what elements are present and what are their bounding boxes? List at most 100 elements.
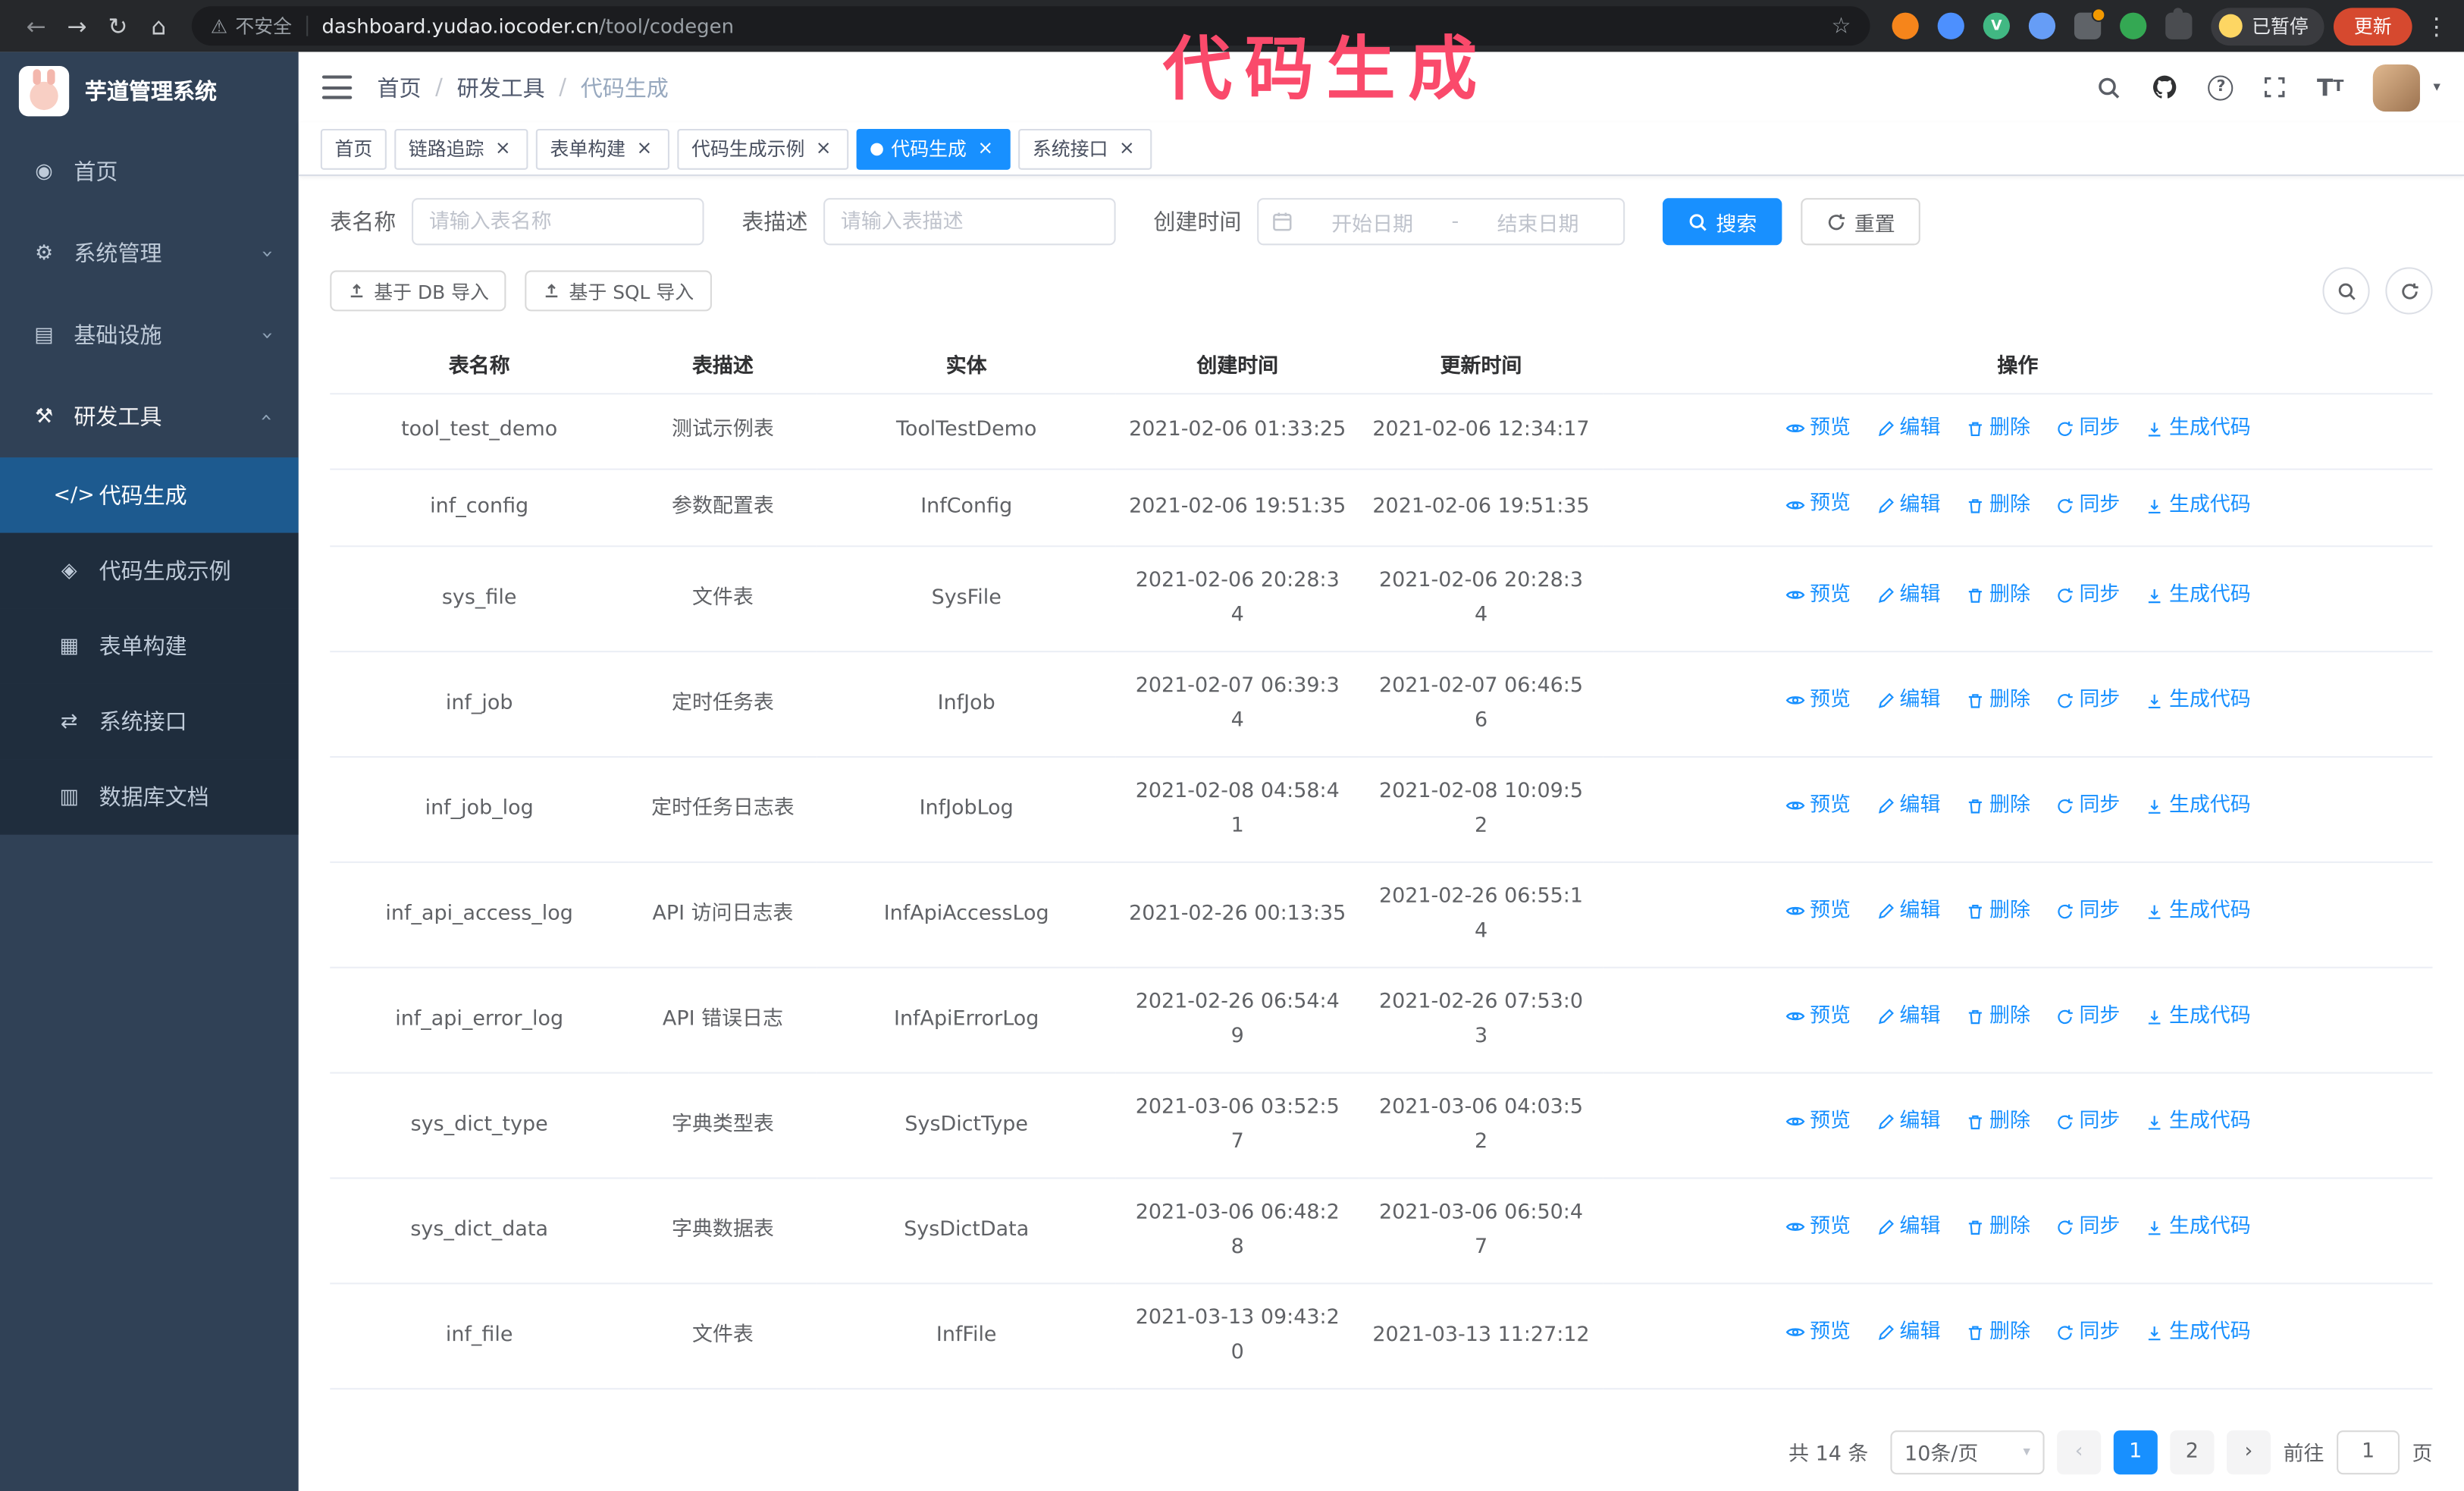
close-icon[interactable]: × <box>633 137 655 159</box>
user-avatar[interactable] <box>2373 63 2421 111</box>
sync-link[interactable]: 同步 <box>2055 1106 2120 1141</box>
delete-link[interactable]: 删除 <box>1966 1210 2030 1245</box>
sidebar-item[interactable]: ◈ 代码生成示例 › <box>0 532 299 609</box>
refresh-button[interactable] <box>2385 267 2433 315</box>
back-button[interactable]: ← <box>16 5 57 46</box>
preview-link[interactable]: 预览 <box>1785 488 1851 523</box>
delete-link[interactable]: 删除 <box>1966 895 2030 930</box>
tag-item[interactable]: 首页 × <box>320 127 387 169</box>
sidebar-item[interactable]: ⇄ 系统接口 › <box>0 683 299 760</box>
github-icon[interactable] <box>2152 74 2178 100</box>
tag-item[interactable]: 代码生成 × <box>856 127 1011 169</box>
breadcrumb-item[interactable]: 代码生成 <box>581 71 669 102</box>
import-db-button[interactable]: 基于 DB 导入 <box>330 270 506 312</box>
sync-link[interactable]: 同步 <box>2055 895 2120 930</box>
edit-link[interactable]: 编辑 <box>1876 412 1940 447</box>
extension-icon-vue[interactable]: V <box>1983 12 2010 39</box>
sync-link[interactable]: 同步 <box>2055 488 2120 523</box>
page-size-select[interactable]: 10条/页 ▾ <box>1890 1430 2045 1474</box>
home-button[interactable]: ⌂ <box>138 5 179 46</box>
edit-link[interactable]: 编辑 <box>1876 1106 1940 1141</box>
search-button[interactable]: 搜索 <box>1662 198 1782 246</box>
page-number-button[interactable]: 1 <box>2113 1430 2158 1474</box>
sidebar-item[interactable]: ▦ 表单构建 › <box>0 608 299 684</box>
sidebar-item[interactable]: ▤ 基础设施 › <box>0 294 299 376</box>
sync-link[interactable]: 同步 <box>2055 579 2120 614</box>
extensions-puzzle-icon[interactable] <box>2165 8 2193 39</box>
edit-link[interactable]: 编辑 <box>1876 579 1940 614</box>
generate-code-link[interactable]: 生成代码 <box>2146 412 2251 447</box>
fullscreen-icon[interactable] <box>2264 75 2287 99</box>
sidebar-toggle-icon[interactable] <box>321 75 353 99</box>
prev-page-button[interactable]: ‹ <box>2057 1430 2102 1474</box>
sidebar-item[interactable]: </> 代码生成 › <box>0 457 299 533</box>
extension-icon-green[interactable] <box>2120 12 2147 39</box>
sync-link[interactable]: 同步 <box>2055 684 2120 719</box>
bookmark-star-icon[interactable]: ☆ <box>1832 14 1851 39</box>
page-number-button[interactable]: 2 <box>2170 1430 2215 1474</box>
preview-link[interactable]: 预览 <box>1785 578 1851 613</box>
sync-link[interactable]: 同步 <box>2055 1316 2120 1351</box>
delete-link[interactable]: 删除 <box>1966 1106 2030 1141</box>
edit-link[interactable]: 编辑 <box>1876 1000 1940 1035</box>
edit-link[interactable]: 编辑 <box>1876 1210 1940 1245</box>
preview-link[interactable]: 预览 <box>1785 1315 1851 1350</box>
forward-button[interactable]: → <box>57 5 98 46</box>
tag-item[interactable]: 系统接口 × <box>1018 127 1152 169</box>
font-size-icon[interactable]: TT <box>2317 73 2343 101</box>
delete-link[interactable]: 删除 <box>1966 412 2030 447</box>
tag-item[interactable]: 代码生成示例 × <box>677 127 849 169</box>
edit-link[interactable]: 编辑 <box>1876 684 1940 719</box>
generate-code-link[interactable]: 生成代码 <box>2146 684 2251 719</box>
goto-page-input[interactable] <box>2337 1430 2400 1474</box>
extension-icon-people[interactable] <box>2028 12 2056 39</box>
edit-link[interactable]: 编辑 <box>1876 488 1940 523</box>
preview-link[interactable]: 预览 <box>1785 683 1851 718</box>
sidebar-item[interactable]: ◉ 首页 › <box>0 130 299 212</box>
generate-code-link[interactable]: 生成代码 <box>2146 1316 2251 1351</box>
generate-code-link[interactable]: 生成代码 <box>2146 1210 2251 1245</box>
create-time-range-picker[interactable]: 开始日期 - 结束日期 <box>1257 198 1625 246</box>
breadcrumb-item[interactable]: 研发工具 <box>457 71 545 102</box>
close-icon[interactable]: × <box>492 137 514 159</box>
delete-link[interactable]: 删除 <box>1966 1316 2030 1351</box>
reset-button[interactable]: 重置 <box>1801 198 1920 246</box>
preview-link[interactable]: 预览 <box>1785 411 1851 446</box>
preview-link[interactable]: 预览 <box>1785 1000 1851 1034</box>
sync-link[interactable]: 同步 <box>2055 1000 2120 1035</box>
caret-down-icon[interactable]: ▾ <box>2434 80 2440 96</box>
extension-icon-fox[interactable] <box>1892 12 1919 39</box>
import-sql-button[interactable]: 基于 SQL 导入 <box>525 270 711 312</box>
delete-link[interactable]: 删除 <box>1966 488 2030 523</box>
help-icon[interactable]: ? <box>2208 74 2234 100</box>
close-icon[interactable]: × <box>813 137 835 159</box>
paused-badge[interactable]: 已暂停 <box>2211 7 2324 46</box>
table-desc-input[interactable] <box>823 198 1116 246</box>
delete-link[interactable]: 删除 <box>1966 684 2030 719</box>
browser-menu-icon[interactable]: ⋮ <box>2425 12 2448 40</box>
generate-code-link[interactable]: 生成代码 <box>2146 1106 2251 1141</box>
edit-link[interactable]: 编辑 <box>1876 789 1940 824</box>
table-name-input[interactable] <box>412 198 704 246</box>
extension-icon-drop[interactable] <box>1937 12 1964 39</box>
sync-link[interactable]: 同步 <box>2055 789 2120 824</box>
generate-code-link[interactable]: 生成代码 <box>2146 895 2251 930</box>
preview-link[interactable]: 预览 <box>1785 1105 1851 1140</box>
preview-link[interactable]: 预览 <box>1785 789 1851 824</box>
generate-code-link[interactable]: 生成代码 <box>2146 1000 2251 1035</box>
toggle-search-button[interactable] <box>2322 267 2370 315</box>
search-icon[interactable] <box>2097 74 2122 99</box>
extension-icon-camera[interactable] <box>2074 8 2106 39</box>
tag-item[interactable]: 链路追踪 × <box>394 127 528 169</box>
tag-item[interactable]: 表单构建 × <box>535 127 670 169</box>
generate-code-link[interactable]: 生成代码 <box>2146 579 2251 614</box>
generate-code-link[interactable]: 生成代码 <box>2146 789 2251 824</box>
sidebar-item[interactable]: ▥ 数据库文档 › <box>0 759 299 835</box>
delete-link[interactable]: 删除 <box>1966 579 2030 614</box>
sync-link[interactable]: 同步 <box>2055 1210 2120 1245</box>
generate-code-link[interactable]: 生成代码 <box>2146 488 2251 523</box>
sync-link[interactable]: 同步 <box>2055 412 2120 447</box>
close-icon[interactable]: × <box>1116 137 1138 159</box>
browser-update-button[interactable]: 更新 <box>2333 7 2412 46</box>
breadcrumb-item[interactable]: 首页 <box>377 71 421 102</box>
